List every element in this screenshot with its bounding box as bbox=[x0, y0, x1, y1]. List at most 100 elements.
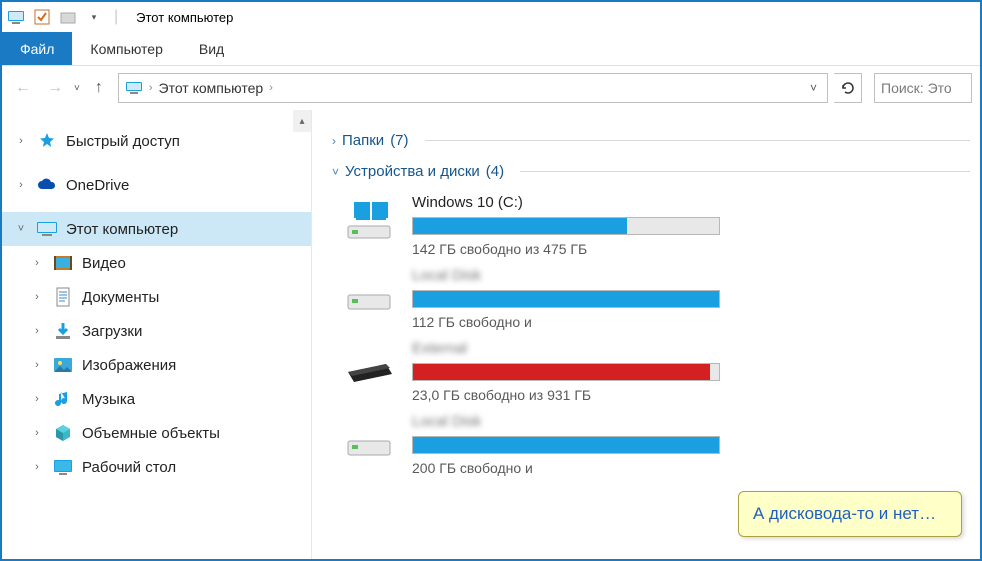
tab-file[interactable]: Файл bbox=[2, 32, 72, 65]
tree-label: Быстрый доступ bbox=[66, 133, 180, 150]
drive-free-text: 112 ГБ свободно и bbox=[412, 314, 720, 330]
divider bbox=[520, 171, 970, 172]
drive-item[interactable]: Windows 10 (C:) 142 ГБ свободно из 475 ГБ bbox=[340, 194, 720, 257]
search-placeholder: Поиск: Это bbox=[881, 80, 952, 96]
drive-free-text: 142 ГБ свободно из 475 ГБ bbox=[412, 241, 720, 257]
tree-documents[interactable]: › Документы bbox=[2, 280, 311, 314]
address-dropdown[interactable]: ˅ bbox=[806, 81, 821, 95]
drive-name: Local Disk bbox=[412, 267, 720, 284]
document-icon bbox=[52, 286, 74, 308]
music-icon bbox=[52, 388, 74, 410]
tree-label: Музыка bbox=[82, 391, 135, 408]
drive-free-text: 23,0 ГБ свободно из 931 ГБ bbox=[412, 387, 720, 403]
this-pc-icon bbox=[36, 218, 58, 240]
group-count: (4) bbox=[486, 163, 504, 180]
tree-quick-access[interactable]: › Быстрый доступ bbox=[2, 124, 311, 158]
nav-bar: ← → ˅ ↑ › Этот компьютер › ˅ Поиск: Это bbox=[2, 66, 980, 110]
usage-bar bbox=[412, 217, 720, 235]
window-title: Этот компьютер bbox=[136, 10, 233, 25]
expand-arrow[interactable]: › bbox=[14, 179, 28, 191]
usage-bar bbox=[412, 436, 720, 454]
tree-label: Объемные объекты bbox=[82, 425, 220, 442]
group-devices[interactable]: ˅ Устройства и диски (4) bbox=[332, 163, 970, 180]
tree-label: Этот компьютер bbox=[66, 221, 178, 238]
properties-icon[interactable] bbox=[32, 7, 52, 27]
download-icon bbox=[52, 320, 74, 342]
dropdown-small-icon[interactable]: ▾ bbox=[84, 7, 104, 27]
ribbon-tabs: Файл Компьютер Вид bbox=[2, 32, 980, 66]
drive-item[interactable]: Local Disk 112 ГБ свободно и bbox=[340, 267, 720, 330]
this-pc-icon bbox=[6, 7, 26, 27]
breadcrumb-thispc[interactable]: Этот компьютер bbox=[159, 80, 264, 96]
cloud-icon bbox=[36, 174, 58, 196]
chevron-down-icon[interactable]: ˅ bbox=[332, 165, 339, 179]
expand-arrow[interactable]: › bbox=[30, 461, 44, 473]
drive-icon bbox=[340, 267, 398, 315]
expand-arrow[interactable]: › bbox=[30, 393, 44, 405]
drive-icon bbox=[340, 340, 398, 388]
drive-list: Windows 10 (C:) 142 ГБ свободно из 475 ГБ… bbox=[340, 194, 970, 476]
tab-computer[interactable]: Компьютер bbox=[72, 32, 180, 65]
tree-pictures[interactable]: › Изображения bbox=[2, 348, 311, 382]
usage-bar bbox=[412, 290, 720, 308]
tree-downloads[interactable]: › Загрузки bbox=[2, 314, 311, 348]
this-pc-small-icon bbox=[125, 81, 143, 95]
expand-arrow[interactable]: › bbox=[30, 257, 44, 269]
drive-icon bbox=[340, 194, 398, 242]
search-input[interactable]: Поиск: Это bbox=[874, 73, 972, 103]
tree-label: Видео bbox=[82, 255, 126, 272]
drive-free-text: 200 ГБ свободно и bbox=[412, 460, 720, 476]
expand-arrow[interactable]: › bbox=[30, 427, 44, 439]
expand-arrow[interactable]: ˅ bbox=[14, 223, 28, 235]
expand-arrow[interactable]: › bbox=[30, 325, 44, 337]
divider bbox=[425, 140, 970, 141]
up-button[interactable]: ↑ bbox=[86, 75, 112, 101]
tree-label: Рабочий стол bbox=[82, 459, 176, 476]
tree-label: Изображения bbox=[82, 357, 176, 374]
title-bar: ▾ | Этот компьютер bbox=[2, 2, 980, 32]
annotation-callout: А дисковода-то и нет… bbox=[738, 491, 962, 537]
drive-name: Windows 10 (C:) bbox=[412, 194, 720, 211]
tree-label: Документы bbox=[82, 289, 159, 306]
video-icon bbox=[52, 252, 74, 274]
chevron-right-icon[interactable]: › bbox=[332, 134, 336, 148]
desktop-icon bbox=[52, 456, 74, 478]
tree-video[interactable]: › Видео bbox=[2, 246, 311, 280]
back-button[interactable]: ← bbox=[10, 75, 36, 101]
expand-arrow[interactable]: › bbox=[30, 359, 44, 371]
tree-label: OneDrive bbox=[66, 177, 129, 194]
history-dropdown[interactable]: ˅ bbox=[74, 83, 80, 94]
drive-icon bbox=[340, 413, 398, 461]
drive-name: Local Disk bbox=[412, 413, 720, 430]
cube-icon bbox=[52, 422, 74, 444]
separator: | bbox=[114, 8, 118, 26]
nav-tree: ▴ › Быстрый доступ › OneDrive ˅ Этот ком… bbox=[2, 110, 312, 559]
tree-music[interactable]: › Музыка bbox=[2, 382, 311, 416]
forward-button[interactable]: → bbox=[42, 75, 68, 101]
tab-view[interactable]: Вид bbox=[181, 32, 242, 65]
scroll-up-icon[interactable]: ▴ bbox=[293, 110, 311, 132]
group-name: Устройства и диски bbox=[345, 163, 480, 180]
group-count: (7) bbox=[390, 132, 408, 149]
group-folders[interactable]: › Папки (7) bbox=[332, 132, 970, 149]
usage-bar bbox=[412, 363, 720, 381]
pictures-icon bbox=[52, 354, 74, 376]
callout-text: А дисковода-то и нет… bbox=[753, 504, 936, 523]
folder-small-icon bbox=[58, 7, 78, 27]
tree-this-pc[interactable]: ˅ Этот компьютер bbox=[2, 212, 311, 246]
breadcrumb-sep[interactable]: › bbox=[269, 82, 273, 94]
refresh-button[interactable] bbox=[834, 73, 862, 103]
drive-name: External bbox=[412, 340, 720, 357]
drive-item[interactable]: External 23,0 ГБ свободно из 931 ГБ bbox=[340, 340, 720, 403]
tree-onedrive[interactable]: › OneDrive bbox=[2, 168, 311, 202]
expand-arrow[interactable]: › bbox=[30, 291, 44, 303]
tree-3d-objects[interactable]: › Объемные объекты bbox=[2, 416, 311, 450]
address-bar[interactable]: › Этот компьютер › ˅ bbox=[118, 73, 828, 103]
tree-label: Загрузки bbox=[82, 323, 142, 340]
expand-arrow[interactable]: › bbox=[14, 135, 28, 147]
group-name: Папки bbox=[342, 132, 384, 149]
star-icon bbox=[36, 130, 58, 152]
breadcrumb-sep[interactable]: › bbox=[149, 82, 153, 94]
tree-desktop[interactable]: › Рабочий стол bbox=[2, 450, 311, 484]
drive-item[interactable]: Local Disk 200 ГБ свободно и bbox=[340, 413, 720, 476]
